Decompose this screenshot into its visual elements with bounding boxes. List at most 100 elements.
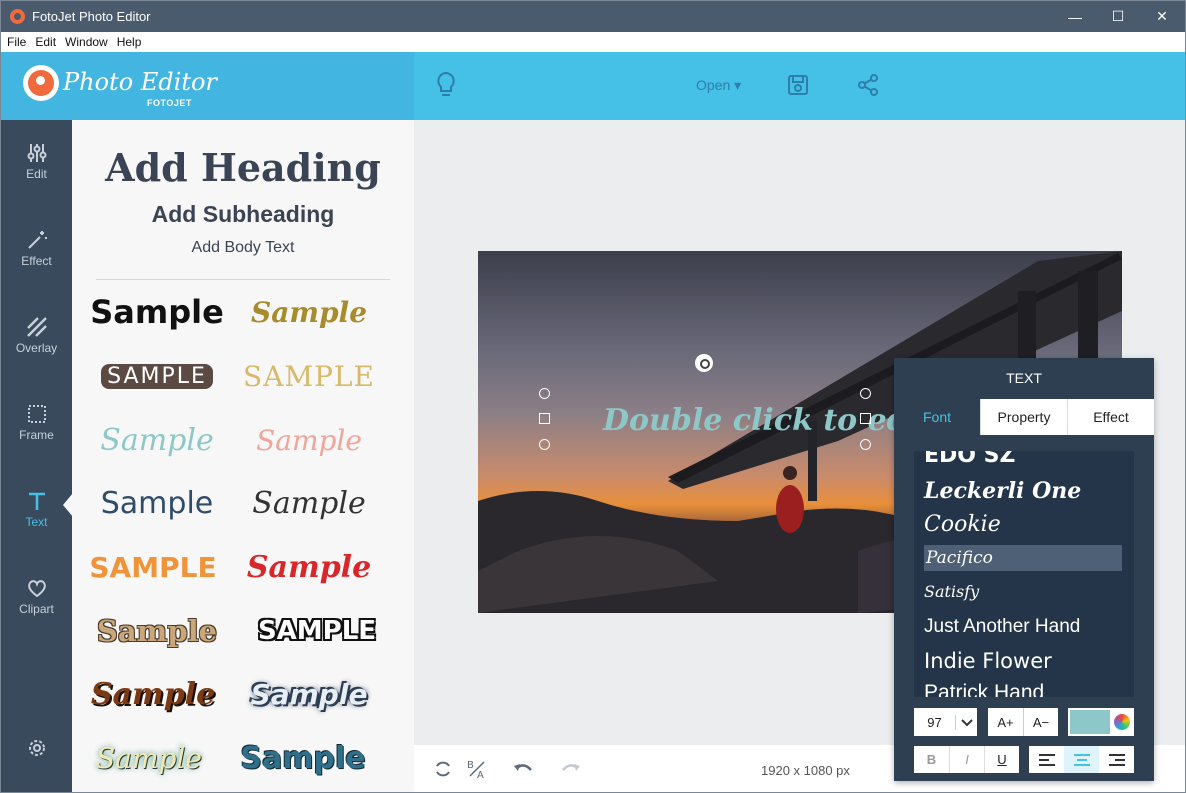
undo-icon (514, 764, 532, 771)
text-style-sample[interactable]: SAMPLE (82, 354, 232, 398)
text-style-sample[interactable]: Sample (74, 736, 224, 780)
font-option[interactable]: Satisfy (914, 577, 1134, 605)
undo-button[interactable] (511, 757, 535, 781)
font-option[interactable]: Indie Flower (914, 647, 1134, 675)
font-option[interactable]: Just Another Hand (914, 613, 1134, 641)
save-icon (788, 75, 808, 95)
tab-effect[interactable]: Effect (1068, 399, 1154, 435)
minimize-icon: — (1068, 8, 1082, 25)
close-icon: ✕ (1156, 8, 1168, 24)
increase-font-button[interactable]: A+ (988, 708, 1023, 736)
font-option-selected[interactable]: Pacifico (924, 545, 1122, 571)
align-left-button[interactable] (1029, 746, 1064, 773)
text-style-sample[interactable]: Sample (78, 672, 228, 716)
text-style-sample[interactable]: Sample (82, 609, 232, 653)
redo-button[interactable] (559, 757, 583, 781)
font-option[interactable]: Leckerli One (914, 477, 1134, 505)
settings-button[interactable] (1, 737, 72, 792)
svg-text:A: A (477, 770, 484, 780)
text-icon (28, 492, 45, 510)
title-bar: FotoJet Photo Editor — ☐ ✕ (1, 1, 1185, 32)
text-style-sample[interactable]: Sample (234, 672, 384, 716)
nav-item-edit[interactable]: Edit (1, 142, 72, 202)
menu-help[interactable]: Help (117, 35, 142, 49)
text-style-sample[interactable]: SAMPLE (78, 545, 228, 589)
align-right-icon (1108, 753, 1125, 766)
text-style-sample[interactable]: Sample (82, 290, 232, 334)
text-style-sample[interactable]: Sample (228, 736, 378, 780)
align-center-button[interactable] (1064, 746, 1099, 773)
nav-item-text[interactable]: Text (1, 490, 72, 550)
menu-edit[interactable]: Edit (35, 35, 56, 49)
add-body-text-button[interactable]: Add Body Text (72, 239, 414, 257)
italic-button[interactable]: I (949, 746, 984, 773)
share-button[interactable] (853, 70, 883, 100)
text-style-sample[interactable]: Sample (234, 545, 384, 589)
svg-text:B: B (467, 760, 474, 771)
align-right-button[interactable] (1099, 746, 1134, 773)
tab-font[interactable]: Font (894, 399, 981, 435)
stripes-icon (26, 317, 47, 337)
frame-icon (27, 405, 46, 423)
menu-file[interactable]: File (7, 35, 26, 49)
underline-button[interactable]: U (984, 746, 1019, 773)
resize-handle[interactable] (539, 388, 550, 399)
menu-window[interactable]: Window (65, 35, 108, 49)
window-title: FotoJet Photo Editor (32, 9, 151, 24)
add-heading-button[interactable]: Add Heading (72, 145, 414, 190)
redo-icon (562, 764, 580, 771)
before-after-icon: BA (467, 760, 485, 780)
font-size-select[interactable]: 97 (914, 708, 977, 736)
nav-item-frame[interactable]: Frame (1, 403, 72, 463)
font-size-value: 97 (914, 714, 956, 730)
font-option[interactable]: Cookie (914, 510, 1134, 538)
text-style-sample[interactable]: SAMPLE (234, 354, 384, 398)
text-style-sample[interactable]: Sample (82, 418, 232, 462)
nav-label-frame: Frame (19, 428, 54, 442)
font-list[interactable]: EDO SZ Leckerli One Cookie Pacifico Sati… (914, 451, 1134, 697)
text-style-sample[interactable]: Sample (234, 418, 384, 462)
brand-name: Photo Editor (63, 68, 217, 96)
panel-tabs: Font Property Effect (894, 399, 1154, 435)
minimize-button[interactable]: — (1052, 1, 1098, 32)
text-color-picker[interactable] (1068, 708, 1134, 736)
resize-handle[interactable] (860, 413, 871, 424)
resize-handle[interactable] (860, 388, 871, 399)
app-logo-icon (10, 9, 25, 24)
decrease-font-button[interactable]: A− (1023, 708, 1058, 736)
lightbulb-icon (437, 71, 455, 96)
brand-header: Photo Editor FOTOJET (1, 52, 414, 120)
compare-button[interactable]: BA (465, 757, 489, 781)
left-nav: Edit Effect Overlay Frame Text Clipart (1, 120, 72, 792)
rotate-handle[interactable] (695, 354, 713, 372)
text-style-sample[interactable]: Sample (234, 481, 384, 525)
text-style-sample[interactable]: Sample (82, 481, 232, 525)
canvas-text-layer[interactable]: Double click to edit (598, 403, 938, 438)
save-button[interactable] (783, 70, 813, 100)
text-style-sample[interactable]: SAMPLE (242, 609, 392, 653)
align-center-icon (1073, 753, 1090, 766)
text-panel: Add Heading Add Subheading Add Body Text… (72, 120, 414, 792)
maximize-icon: ☐ (1111, 8, 1125, 24)
text-style-sample[interactable]: Sample (234, 290, 384, 334)
resize-handle[interactable] (539, 439, 550, 450)
open-button[interactable]: Open ▾ (696, 77, 741, 94)
nav-label-overlay: Overlay (15, 341, 58, 355)
nav-item-overlay[interactable]: Overlay (1, 316, 72, 376)
nav-item-clipart[interactable]: Clipart (1, 577, 72, 637)
nav-item-effect[interactable]: Effect (1, 229, 72, 289)
font-option[interactable]: EDO SZ (914, 451, 1134, 469)
bold-button[interactable]: B (914, 746, 949, 773)
font-option[interactable]: Patrick Hand (914, 679, 1134, 697)
add-subheading-button[interactable]: Add Subheading (72, 201, 414, 228)
heart-icon (27, 580, 46, 598)
tips-button[interactable] (431, 70, 461, 100)
close-button[interactable]: ✕ (1139, 1, 1185, 32)
reset-button[interactable] (431, 757, 455, 781)
resize-handle[interactable] (539, 413, 550, 424)
color-wheel-icon (1114, 714, 1130, 730)
resize-handle[interactable] (860, 439, 871, 450)
tab-property[interactable]: Property (981, 399, 1068, 435)
maximize-button[interactable]: ☐ (1095, 1, 1141, 32)
reset-icon (436, 761, 450, 777)
